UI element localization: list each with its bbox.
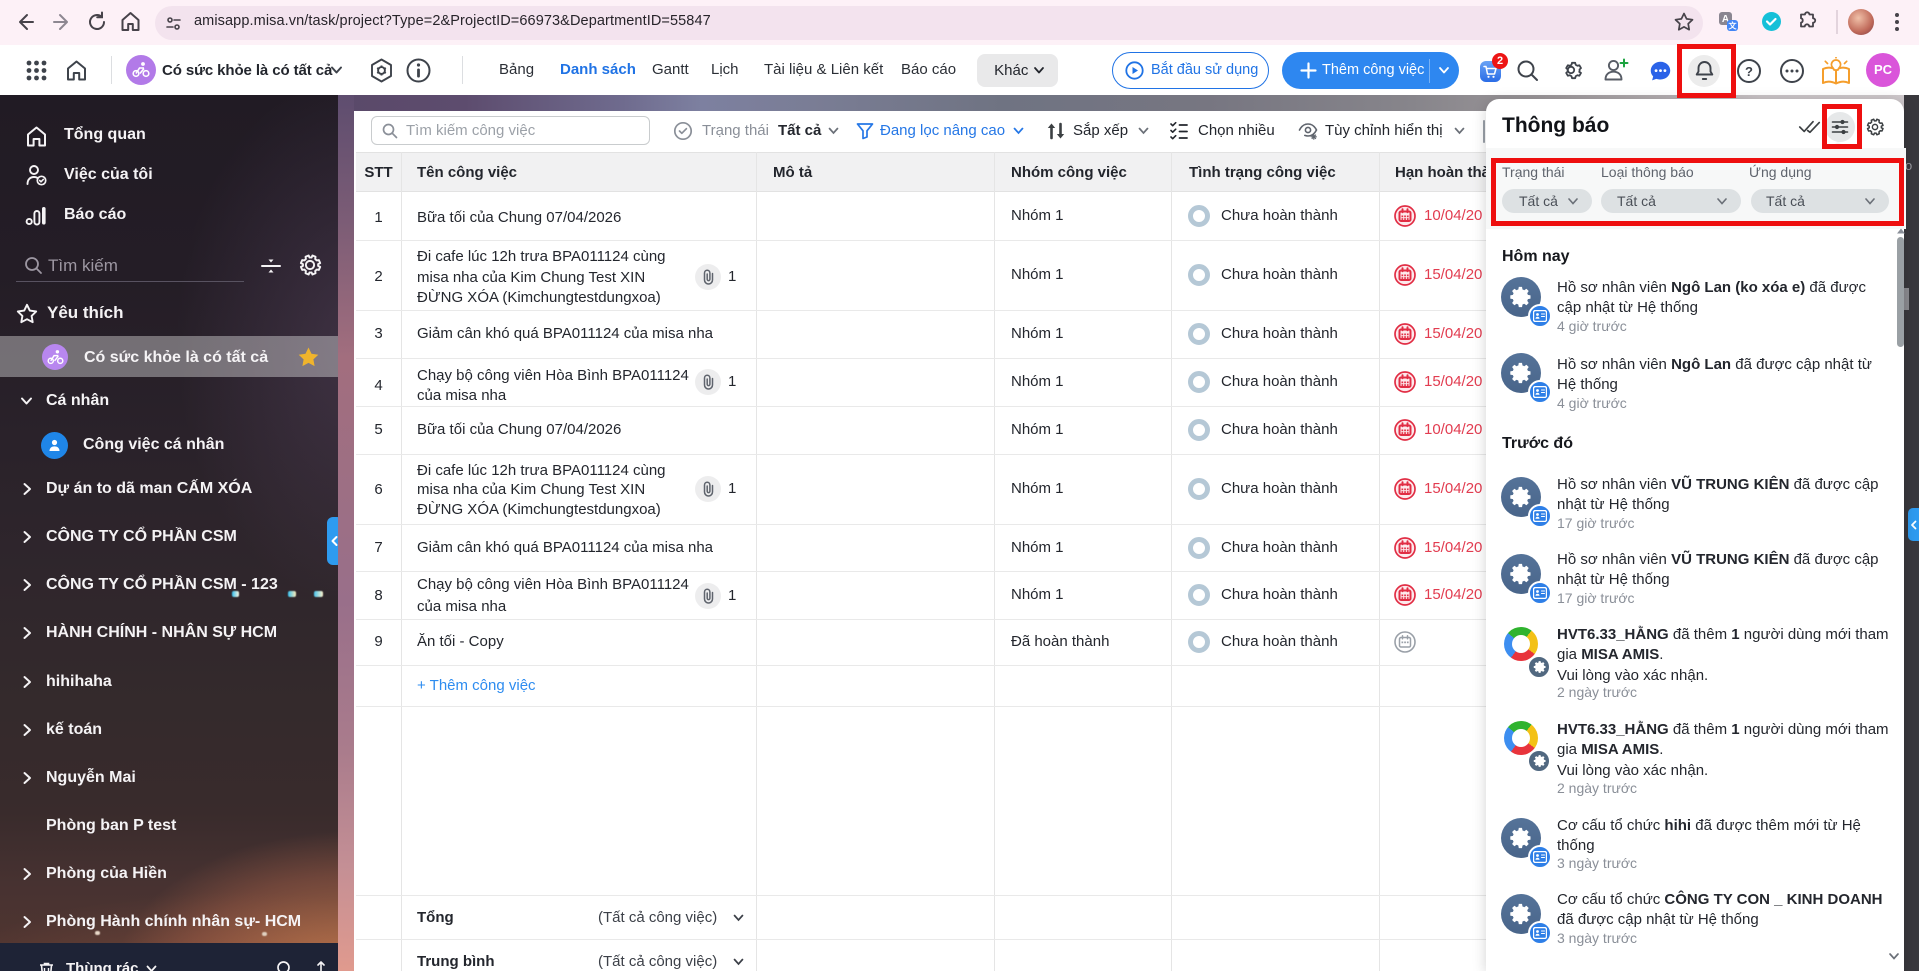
svg-text:文: 文 bbox=[1729, 21, 1738, 31]
svg-text:?: ? bbox=[1745, 64, 1753, 79]
